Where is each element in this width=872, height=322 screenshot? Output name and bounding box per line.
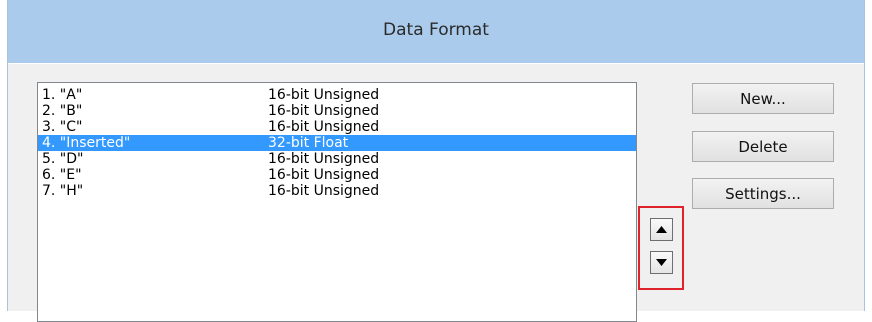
list-item-name: 3. "C" xyxy=(42,119,83,135)
list-item-name: 6. "E" xyxy=(42,167,82,183)
list-item-name: 1. "A" xyxy=(42,87,83,103)
data-format-list[interactable]: 1. "A" 16-bit Unsigned 2. "B" 16-bit Uns… xyxy=(37,82,637,322)
list-item-name: 7. "H" xyxy=(42,183,84,199)
list-item-selected[interactable]: 4. "Inserted" 32-bit Float xyxy=(38,135,636,151)
title-bar[interactable]: Data Format xyxy=(8,0,864,63)
list-item-format: 16-bit Unsigned xyxy=(268,119,380,135)
list-item-format: 16-bit Unsigned xyxy=(268,167,380,183)
list-item-format: 16-bit Unsigned xyxy=(268,183,380,199)
move-down-button[interactable] xyxy=(650,251,673,274)
list-item-format: 32-bit Float xyxy=(268,135,349,151)
data-format-dialog: Data Format 1. "A" 16-bit Unsigned 2. "B… xyxy=(7,0,865,322)
list-item-format: 16-bit Unsigned xyxy=(268,151,380,167)
settings-button[interactable]: Settings... xyxy=(692,178,834,209)
list-item[interactable]: 7. "H" 16-bit Unsigned xyxy=(38,183,636,199)
arrow-up-icon xyxy=(656,226,667,233)
new-button[interactable]: New... xyxy=(692,83,834,114)
list-item[interactable]: 3. "C" 16-bit Unsigned xyxy=(38,119,636,135)
list-item-name: 2. "B" xyxy=(42,103,83,119)
reorder-highlight-box xyxy=(638,206,684,290)
list-item-format: 16-bit Unsigned xyxy=(268,103,380,119)
delete-button[interactable]: Delete xyxy=(692,131,834,162)
dialog-content: 1. "A" 16-bit Unsigned 2. "B" 16-bit Uns… xyxy=(8,63,864,322)
list-item-format: 16-bit Unsigned xyxy=(268,87,380,103)
list-item[interactable]: 5. "D" 16-bit Unsigned xyxy=(38,151,636,167)
list-item[interactable]: 6. "E" 16-bit Unsigned xyxy=(38,167,636,183)
arrow-down-icon xyxy=(656,259,667,266)
move-up-button[interactable] xyxy=(650,218,673,241)
list-item[interactable]: 1. "A" 16-bit Unsigned xyxy=(38,87,636,103)
list-rows: 1. "A" 16-bit Unsigned 2. "B" 16-bit Uns… xyxy=(38,87,636,199)
list-item-name: 4. "Inserted" xyxy=(42,135,131,151)
list-item-name: 5. "D" xyxy=(42,151,84,167)
dialog-title: Data Format xyxy=(383,20,489,40)
list-item[interactable]: 2. "B" 16-bit Unsigned xyxy=(38,103,636,119)
